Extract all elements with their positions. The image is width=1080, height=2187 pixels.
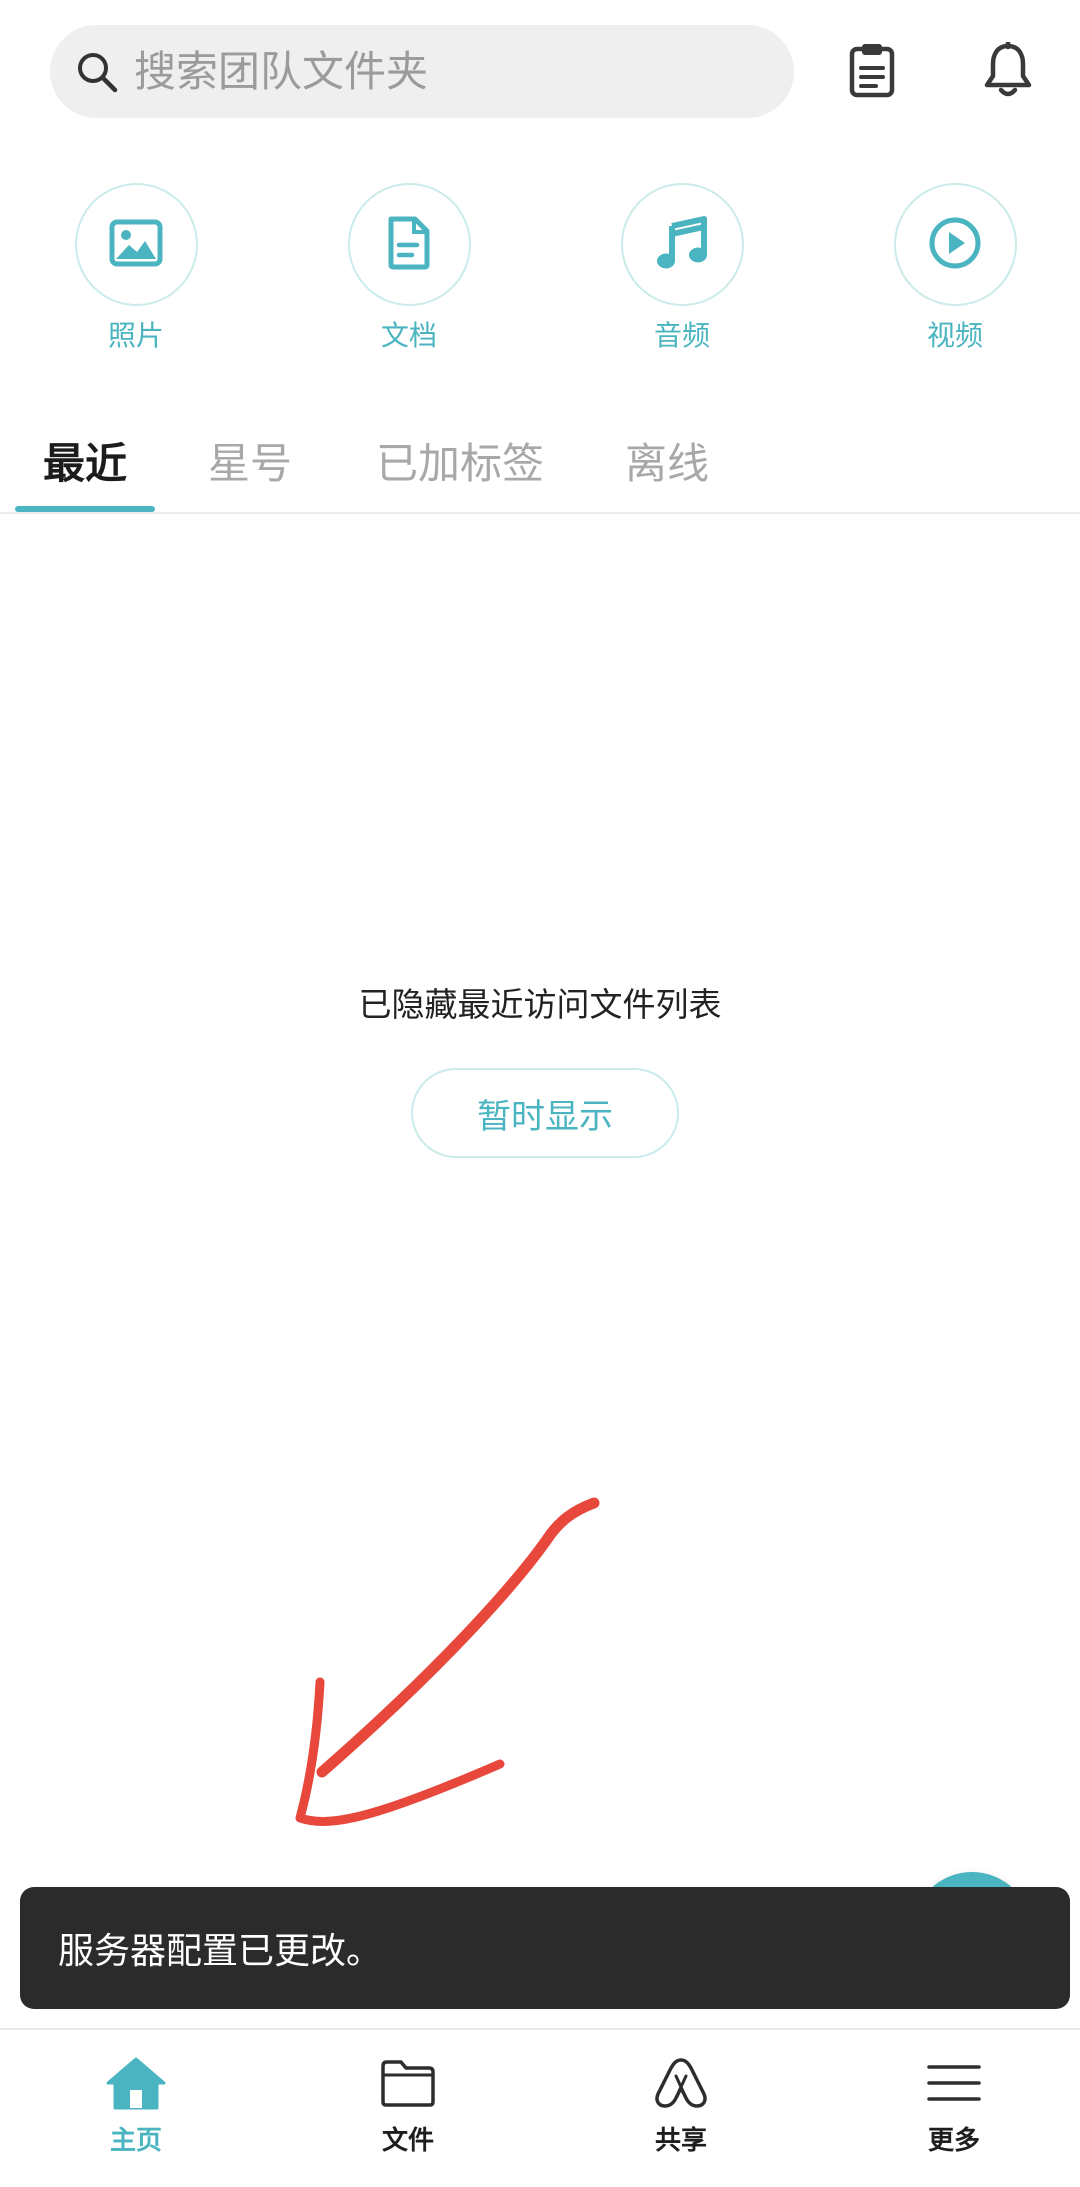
nav-more[interactable]: 更多 xyxy=(884,2052,1024,2157)
nav-shared[interactable]: 共享 xyxy=(611,2052,751,2157)
nav-home[interactable]: 主页 xyxy=(66,2052,206,2157)
folder-icon xyxy=(373,2052,443,2114)
menu-icon xyxy=(919,2052,989,2114)
home-icon xyxy=(101,2052,171,2114)
snackbar-message: 服务器配置已更改。 xyxy=(58,1931,383,1972)
nav-label: 主页 xyxy=(109,2126,162,2156)
nav-label: 更多 xyxy=(927,2126,980,2156)
share-icon xyxy=(646,2052,716,2114)
nav-label: 文件 xyxy=(381,2126,434,2156)
arrow-annotation xyxy=(295,1497,600,1826)
nav-files[interactable]: 文件 xyxy=(338,2052,478,2157)
bottom-navigation: 主页 文件 共享 更多 xyxy=(0,2028,1080,2187)
nav-label: 共享 xyxy=(654,2126,707,2156)
snackbar: 服务器配置已更改。 xyxy=(20,1887,1070,2009)
